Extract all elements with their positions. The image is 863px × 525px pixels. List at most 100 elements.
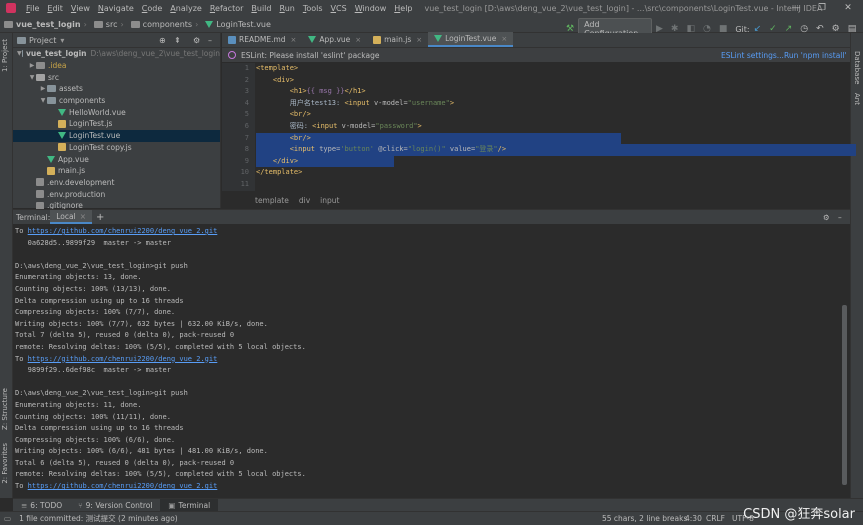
menu-edit[interactable]: Edit bbox=[43, 4, 67, 13]
database-tool-tab[interactable]: Database bbox=[853, 51, 861, 84]
chevron-right-icon[interactable]: ▶ bbox=[39, 85, 47, 92]
tree-item[interactable]: ▶ .idea bbox=[13, 60, 220, 72]
tree-item[interactable]: .env.production bbox=[13, 188, 220, 200]
menu-help[interactable]: Help bbox=[390, 4, 416, 13]
terminal-link[interactable]: https://github.com/chenrui2200/deng_vue_… bbox=[28, 482, 218, 490]
tree-item[interactable]: LoginTest.js bbox=[13, 118, 220, 130]
status-message[interactable]: 1 file committed: 测试提交 (2 minutes ago) bbox=[15, 513, 182, 524]
tool-tab[interactable]: ⑂ 9: Version Control bbox=[70, 499, 160, 512]
code-line-6: 密码: <input v-model="password"> bbox=[256, 122, 422, 130]
markdown-file-icon bbox=[228, 35, 236, 44]
status-panel-icon[interactable]: ▭ bbox=[0, 514, 15, 523]
terminal-link[interactable]: https://github.com/chenrui2200/deng_vue_… bbox=[28, 227, 218, 235]
terminal-line: remote: Resolving deltas: 100% (5/5), co… bbox=[15, 469, 838, 481]
terminal-scrollbar[interactable] bbox=[842, 305, 847, 485]
breadcrumb-file[interactable]: LoginTest.vue bbox=[203, 16, 273, 33]
code-crumb-div[interactable]: div bbox=[299, 196, 310, 205]
code-line-4: 用户名test13: <input v-model="username"> bbox=[256, 98, 455, 107]
breadcrumb-project[interactable]: vue_test_login › bbox=[0, 16, 92, 33]
menu-tools[interactable]: Tools bbox=[299, 4, 327, 13]
chevron-down-icon[interactable]: ▼ bbox=[17, 50, 22, 57]
code-crumb-input[interactable]: input bbox=[320, 196, 339, 205]
run-npm-install-link[interactable]: Run 'npm install' bbox=[784, 51, 847, 60]
line-number: 9 bbox=[244, 156, 249, 165]
menu-file[interactable]: File bbox=[22, 4, 43, 13]
terminal-text: 0a628d5..9899f29 master -> master bbox=[15, 238, 171, 247]
code-line-8: <input type='button' @click="login()" va… bbox=[256, 145, 507, 154]
collapse-all-icon[interactable]: ⇞ bbox=[174, 36, 181, 45]
editor-tab-label: README.md bbox=[239, 35, 286, 44]
hide-panel-icon[interactable]: – bbox=[838, 213, 842, 222]
menu-build[interactable]: Build bbox=[247, 4, 275, 13]
editor-tab[interactable]: LoginTest.vue × bbox=[428, 32, 514, 47]
chevron-down-icon[interactable]: ▾ bbox=[60, 36, 64, 45]
terminal-text: To bbox=[15, 482, 28, 491]
menu-refactor[interactable]: Refactor bbox=[206, 4, 248, 13]
project-tool-tab[interactable]: 1: Project bbox=[1, 39, 9, 72]
editor-tab[interactable]: main.js × bbox=[367, 32, 428, 47]
terminal-tab-local[interactable]: Local × bbox=[50, 210, 92, 224]
tool-tab[interactable]: ▣ Terminal bbox=[160, 498, 219, 512]
terminal-line: Enumerating objects: 13, done. bbox=[15, 272, 838, 284]
project-view-selector[interactable]: Project bbox=[29, 36, 56, 45]
line-number: 8 bbox=[244, 145, 249, 154]
tree-item[interactable]: main.js bbox=[13, 165, 220, 177]
breadcrumb-src[interactable]: src › bbox=[92, 16, 129, 33]
tree-item[interactable]: ▶ assets bbox=[13, 83, 220, 95]
new-terminal-icon[interactable]: + bbox=[96, 212, 104, 223]
menu-analyze[interactable]: Analyze bbox=[166, 4, 206, 13]
tree-item[interactable]: ▼ vue_test_login D:\aws\deng_vue_2\vue_tes… bbox=[13, 48, 220, 60]
editor-tab[interactable]: README.md × bbox=[222, 32, 302, 47]
terminal-line: Writing objects: 100% (6/6), 481 bytes |… bbox=[15, 446, 838, 458]
folder-icon bbox=[130, 20, 140, 28]
gear-icon[interactable]: ⚙ bbox=[823, 213, 830, 222]
tool-tab[interactable]: ≡ 6: TODO bbox=[13, 499, 70, 512]
terminal-line: Compressing objects: 100% (6/6), done. bbox=[15, 435, 838, 447]
close-icon[interactable]: × bbox=[501, 35, 507, 43]
tree-item[interactable]: LoginTest copy.js bbox=[13, 142, 220, 154]
tree-item[interactable]: .env.development bbox=[13, 177, 220, 189]
menu-navigate[interactable]: Navigate bbox=[94, 4, 138, 13]
favorites-tool-tab[interactable]: 2: Favorites bbox=[1, 443, 9, 484]
tree-item[interactable]: LoginTest.vue bbox=[13, 129, 220, 142]
terminal-line: 0a628d5..9899f29 master -> master bbox=[15, 238, 838, 250]
close-window-button[interactable]: ✕ bbox=[835, 0, 861, 16]
close-icon[interactable]: × bbox=[291, 36, 297, 44]
tree-item-label: LoginTest.js bbox=[69, 119, 113, 129]
main-menu: File Edit View Navigate Code Analyze Refactor B… bbox=[22, 4, 417, 13]
tree-item[interactable]: ▼ src bbox=[13, 71, 220, 83]
minimize-button[interactable]: — bbox=[783, 0, 809, 16]
menu-view[interactable]: View bbox=[67, 4, 94, 13]
editor-tab[interactable]: App.vue × bbox=[302, 32, 367, 47]
maximize-button[interactable]: ❐ bbox=[809, 0, 835, 16]
eslint-settings-link[interactable]: ESLint settings... bbox=[721, 51, 784, 60]
terminal-output[interactable]: To https://github.com/chenrui2200/deng_v… bbox=[13, 224, 838, 499]
code-editor[interactable]: 1 2 3 4 5 6 7 8 9 10 11 <template> <div> <h1>{{ ms… bbox=[222, 63, 856, 191]
tree-item[interactable]: HelloWorld.vue bbox=[13, 106, 220, 118]
menu-vcs[interactable]: VCS bbox=[327, 4, 351, 13]
ant-tool-tab[interactable]: Ant bbox=[853, 93, 861, 105]
menu-code[interactable]: Code bbox=[138, 4, 167, 13]
chevron-down-icon[interactable]: ▼ bbox=[28, 74, 36, 81]
project-view-icon bbox=[17, 36, 26, 44]
close-icon[interactable]: × bbox=[416, 36, 422, 44]
chevron-down-icon[interactable]: ▼ bbox=[39, 97, 47, 104]
vue-file-icon bbox=[205, 20, 214, 28]
tree-item[interactable]: App.vue bbox=[13, 153, 220, 165]
locate-icon[interactable]: ⊕ bbox=[159, 36, 166, 45]
close-icon[interactable]: × bbox=[355, 36, 361, 44]
structure-tool-tab[interactable]: Z: Structure bbox=[1, 388, 9, 430]
breadcrumb-components[interactable]: components › bbox=[129, 16, 204, 33]
terminal-link[interactable]: https://github.com/chenrui2200/deng_vue_… bbox=[28, 355, 218, 363]
tree-item[interactable]: ▼ components bbox=[13, 95, 220, 107]
hide-panel-icon[interactable]: – bbox=[208, 36, 212, 45]
chevron-right-icon[interactable]: ▶ bbox=[28, 62, 36, 69]
code-crumb-template[interactable]: template bbox=[255, 196, 289, 205]
line-separator[interactable]: CRLF bbox=[702, 514, 729, 523]
status-bar: ▭ 1 file committed: 测试提交 (2 minutes ago)… bbox=[0, 511, 863, 525]
menu-run[interactable]: Run bbox=[275, 4, 298, 13]
folder-icon bbox=[36, 62, 45, 70]
close-icon[interactable]: × bbox=[80, 212, 86, 221]
gear-icon[interactable]: ⚙ bbox=[193, 36, 200, 45]
menu-window[interactable]: Window bbox=[351, 4, 391, 13]
